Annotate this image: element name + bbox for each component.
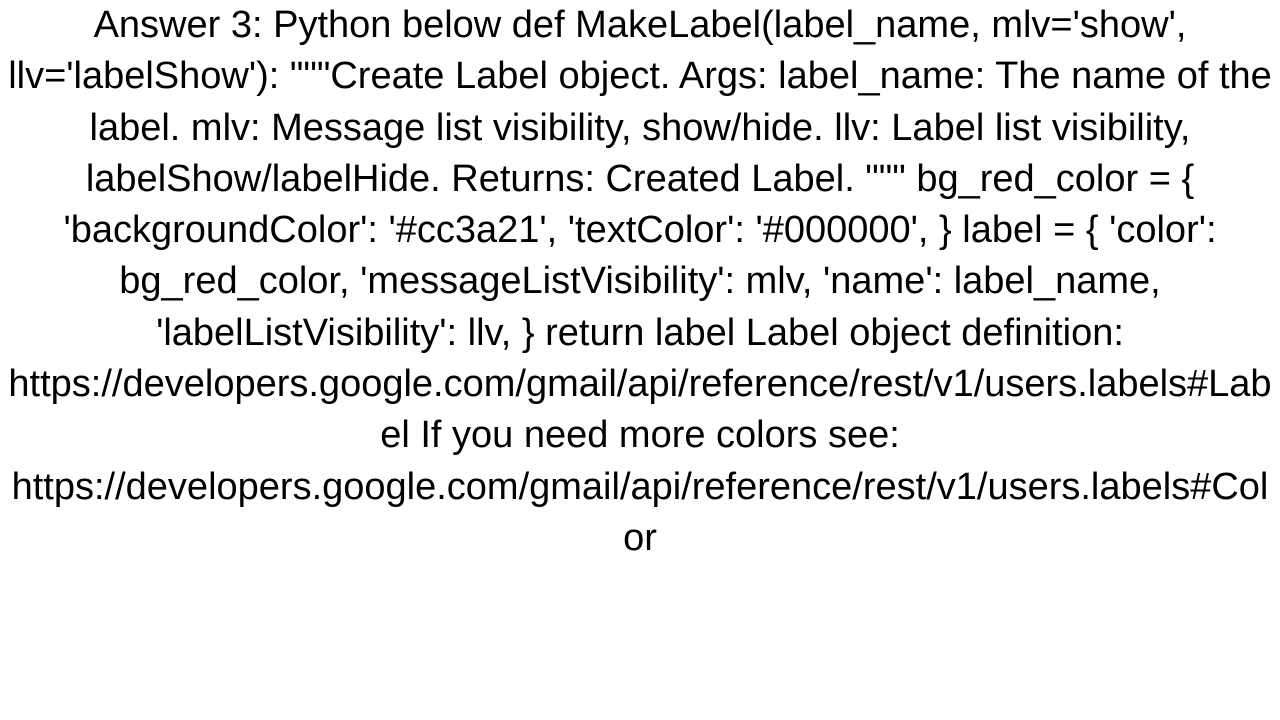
document-text: Answer 3: Python below def MakeLabel(lab…	[8, 4, 1272, 559]
document-body: Answer 3: Python below def MakeLabel(lab…	[0, 0, 1280, 564]
